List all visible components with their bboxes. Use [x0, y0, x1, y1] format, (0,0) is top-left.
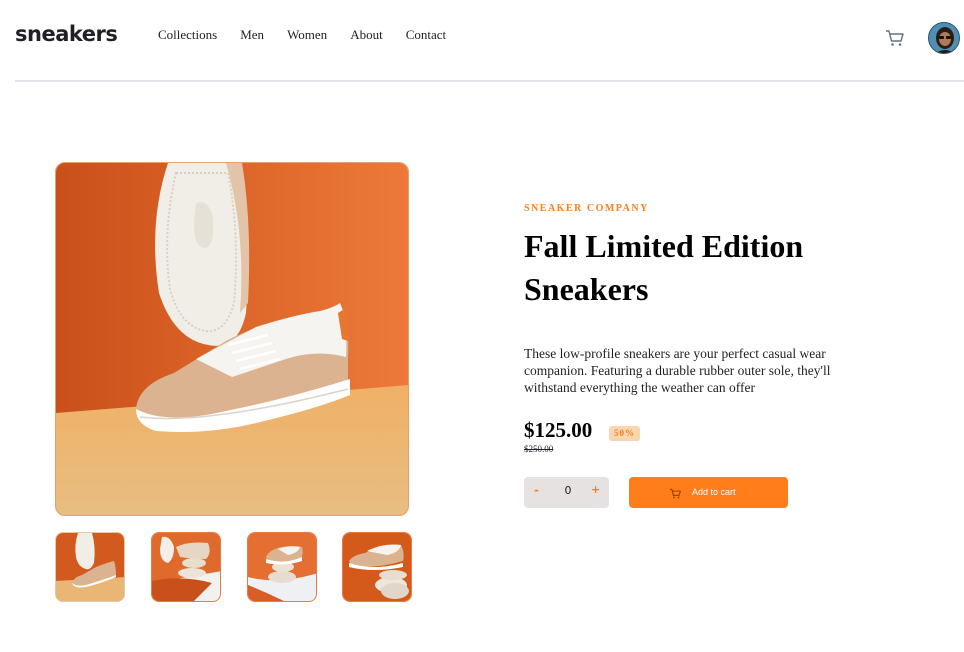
product-title: Fall Limited Edition Sneakers: [524, 228, 804, 307]
cart-icon: [669, 486, 682, 499]
thumbnail-4[interactable]: [342, 532, 412, 602]
decrease-quantity-button[interactable]: -: [534, 483, 539, 497]
increase-quantity-button[interactable]: +: [591, 483, 600, 496]
nav-contact[interactable]: Contact: [406, 27, 446, 43]
nav-collections[interactable]: Collections: [158, 27, 217, 43]
main-product-image[interactable]: [55, 162, 409, 516]
nav-women[interactable]: Women: [287, 27, 327, 43]
thumbnail-3[interactable]: [247, 532, 317, 602]
nav-men[interactable]: Men: [240, 27, 264, 43]
nav-about[interactable]: About: [350, 27, 383, 43]
add-to-cart-button[interactable]: Add to cart: [629, 477, 788, 508]
discount-badge: 50%: [609, 426, 640, 441]
thumbnail-1[interactable]: [55, 532, 125, 602]
original-price: $250.00: [524, 444, 554, 454]
avatar[interactable]: [928, 22, 960, 54]
current-price: $125.00: [524, 418, 593, 442]
logo[interactable]: sneakers: [15, 22, 118, 46]
product-description: These low-profile sneakers are your perf…: [524, 346, 831, 395]
company-name: SNEAKER COMPANY: [524, 203, 649, 214]
thumbnail-2[interactable]: [151, 532, 221, 602]
cart-icon[interactable]: [885, 29, 905, 47]
quantity-stepper: - 0 +: [524, 477, 609, 508]
quantity-value: 0: [564, 484, 572, 497]
header: sneakers Collections Men Women About Con…: [15, 0, 964, 82]
add-to-cart-label: Add to cart: [692, 487, 736, 497]
main-nav: Collections Men Women About Contact: [158, 27, 469, 43]
